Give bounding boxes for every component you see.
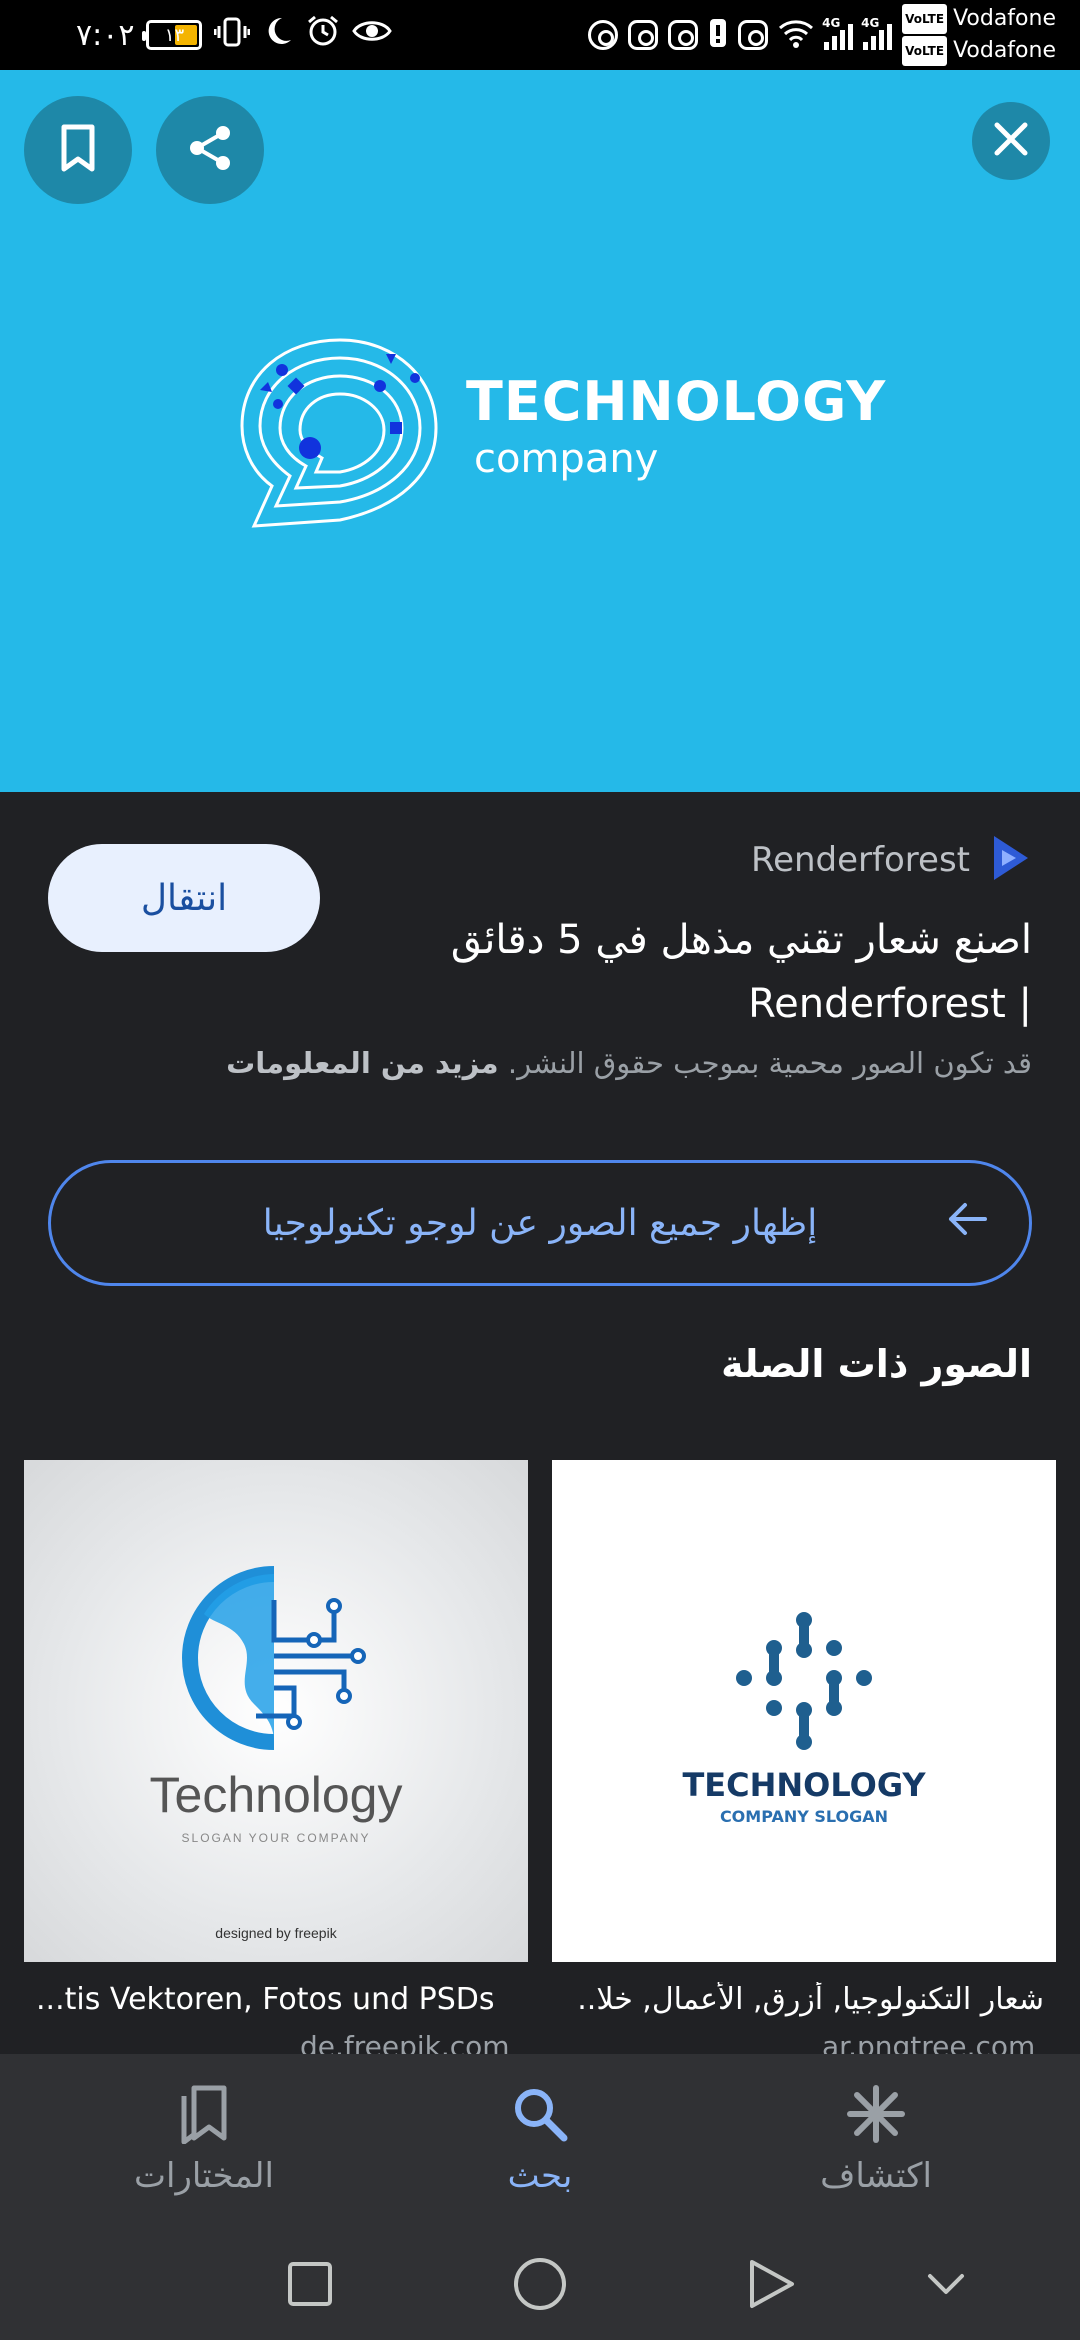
back-button[interactable] — [742, 2258, 798, 2314]
system-navigation — [0, 2230, 1080, 2340]
share-button[interactable] — [156, 96, 264, 204]
related-domain: ar.pngtree.com — [822, 2030, 1036, 2054]
visit-button[interactable]: انتقال — [48, 844, 320, 952]
alarm-icon — [306, 14, 340, 56]
hide-navbar-button[interactable] — [918, 2258, 974, 2314]
alert-icon — [708, 17, 728, 53]
related-images-heading: الصور ذات الصلة — [721, 1342, 1032, 1386]
related-image-thumbnail[interactable]: Technology SLOGAN YOUR COMPANY designed … — [24, 1460, 528, 1962]
carrier: VoLTE Vodafone — [902, 36, 1056, 66]
technology-logo: TECHNOLOGY company — [220, 310, 900, 550]
nav-label: اكتشاف — [820, 2156, 932, 2196]
related-domain: de.freepik.com — [300, 2030, 510, 2054]
related-caption[interactable]: شعار التكنولوجيا, أزرق, الأعمال, خلا... — [576, 1982, 1044, 2017]
status-bar: ٧:٠٢ ١٣ 4G 4G VoLTE Vodafone VoLTE Vodaf… — [0, 0, 1080, 70]
signal-icon: 4G — [822, 16, 854, 50]
do-not-disturb-icon — [262, 15, 294, 55]
battery-icon: ١٣ — [142, 20, 203, 50]
discover-icon — [846, 2084, 906, 2148]
related-caption[interactable]: ...tis Vektoren, Fotos und PSDs — [36, 1982, 540, 2017]
bookmark-icon — [56, 123, 100, 177]
bookmark-button[interactable] — [24, 96, 132, 204]
collections-icon — [176, 2084, 232, 2148]
whatsapp-icon — [588, 20, 619, 50]
back-icon — [744, 2258, 796, 2314]
renderforest-favicon-icon — [988, 832, 1032, 888]
instagram-icon — [738, 20, 769, 50]
copyright-notice: قد تكون الصور محمية بموجب حقوق النشر. مز… — [226, 1046, 1032, 1080]
carrier-list: VoLTE Vodafone VoLTE Vodafone — [902, 4, 1056, 66]
vibrate-icon — [213, 16, 251, 54]
thumb-credit: designed by freepik — [215, 1925, 337, 1941]
instagram-icon — [628, 20, 659, 50]
more-info-link[interactable]: مزيد من المعلومات — [226, 1046, 499, 1080]
close-icon — [992, 120, 1030, 162]
bottom-navigation: المختارات بحث اكتشاف — [0, 2054, 1080, 2230]
page-title[interactable]: اصنع شعار تقني مذهل في 5 دقائق | Renderf… — [432, 908, 1032, 1036]
thumb-logo-text: TECHNOLOGY — [682, 1766, 926, 1804]
instagram-icon — [668, 20, 699, 50]
hide-icon — [924, 2262, 968, 2310]
status-right: 4G 4G VoLTE Vodafone VoLTE Vodafone — [588, 4, 1056, 66]
close-button[interactable] — [972, 102, 1050, 180]
thumb-slogan: SLOGAN YOUR COMPANY — [182, 1831, 371, 1845]
eye-comfort-icon — [352, 16, 393, 54]
nav-label: المختارات — [134, 2156, 274, 2196]
show-all-label: إظهار جميع الصور عن لوجو تكنولوجيا — [262, 1202, 818, 1244]
home-button[interactable] — [512, 2258, 568, 2314]
technology-globe-logo-icon: Technology SLOGAN YOUR COMPANY designed … — [150, 1566, 403, 1941]
nav-label: بحث — [507, 2156, 573, 2196]
search-icon — [510, 2084, 570, 2148]
thumb-logo-text: Technology — [150, 1767, 403, 1823]
nav-search[interactable]: بحث — [420, 2084, 660, 2196]
thumb-slogan: COMPANY SLOGAN — [720, 1807, 888, 1826]
source-row[interactable]: Renderforest — [751, 832, 1032, 888]
source-name[interactable]: Renderforest — [751, 840, 970, 880]
status-left: ٧:٠٢ ١٣ — [76, 14, 393, 56]
signal-icon: 4G — [861, 16, 893, 50]
technology-dots-logo-icon: TECHNOLOGY COMPANY SLOGAN — [682, 1612, 926, 1826]
recents-icon — [286, 2260, 334, 2312]
image-preview[interactable]: TECHNOLOGY company — [0, 70, 1080, 792]
wifi-icon — [778, 18, 814, 52]
carrier: VoLTE Vodafone — [902, 4, 1056, 34]
nav-discover[interactable]: اكتشاف — [756, 2084, 996, 2196]
logo-subtitle: company — [474, 436, 659, 482]
related-image-thumbnail[interactable]: TECHNOLOGY COMPANY SLOGAN — [552, 1460, 1056, 1962]
nav-collections[interactable]: المختارات — [84, 2084, 324, 2196]
logo-title: TECHNOLOGY — [466, 370, 887, 433]
clock: ٧:٠٢ — [76, 17, 135, 53]
home-icon — [512, 2256, 568, 2316]
location-pin-logo-icon — [240, 338, 438, 528]
arrow-left-icon — [945, 1197, 989, 1250]
show-all-images-button[interactable]: إظهار جميع الصور عن لوجو تكنولوجيا — [48, 1160, 1032, 1286]
recents-button[interactable] — [282, 2258, 338, 2314]
share-icon — [184, 122, 236, 178]
